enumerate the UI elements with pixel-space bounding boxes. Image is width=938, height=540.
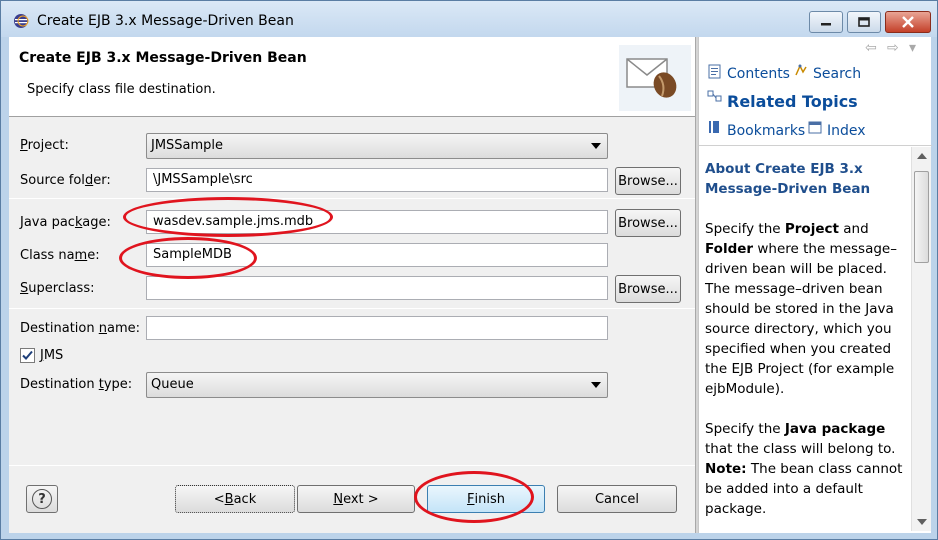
search-link[interactable]: Search: [813, 66, 861, 82]
title-bar: Create EJB 3.x Message-Driven Bean: [1, 1, 937, 37]
help-content: About Create EJB 3.x Message-Driven Bean…: [705, 159, 905, 539]
project-value: JMSSample: [151, 138, 224, 153]
superclass-browse-button[interactable]: Browse...: [615, 275, 681, 303]
scroll-down-icon[interactable]: [917, 519, 927, 525]
destination-type-label: Destination type:: [20, 377, 133, 392]
chevron-down-icon: [591, 382, 601, 388]
destination-type-combo[interactable]: Queue: [146, 372, 608, 398]
wizard-description: Specify class file destination.: [27, 82, 216, 97]
search-icon: [795, 64, 807, 76]
source-folder-label: Source folder:: [20, 173, 111, 188]
wizard-pane: Create EJB 3.x Message-Driven Bean Speci…: [9, 37, 695, 533]
bookmarks-icon: [709, 121, 719, 133]
contents-icon: [708, 64, 721, 79]
minimize-button[interactable]: [809, 11, 843, 33]
java-package-field[interactable]: wasdev.sample.jms.mdb: [146, 210, 608, 234]
project-label: Project:: [20, 138, 69, 153]
help-panel: ⇦ ⇨ ▾ Contents Search Related Topics Boo…: [698, 37, 932, 533]
maximize-button[interactable]: [847, 11, 881, 33]
scroll-up-icon[interactable]: [917, 153, 927, 159]
class-name-value: SampleMDB: [153, 247, 232, 262]
close-button[interactable]: [885, 11, 931, 33]
dialog-window: Create EJB 3.x Message-Driven Bean Creat…: [0, 0, 938, 540]
forward-arrow-icon[interactable]: ⇨: [887, 40, 899, 56]
maximize-icon: [858, 17, 870, 27]
java-package-label: Java package:: [20, 215, 111, 230]
superclass-label: Superclass:: [20, 281, 95, 296]
menu-icon[interactable]: ▾: [909, 40, 916, 56]
help-button[interactable]: ?: [26, 485, 58, 513]
next-button[interactable]: Next >: [297, 485, 415, 513]
separator: [9, 198, 695, 199]
class-name-field[interactable]: SampleMDB: [146, 243, 608, 267]
wizard-title: Create EJB 3.x Message-Driven Bean: [19, 50, 307, 66]
related-topics-link[interactable]: Related Topics: [727, 92, 858, 111]
index-icon: [808, 121, 822, 134]
back-arrow-icon[interactable]: ⇦: [865, 40, 877, 56]
wizard-banner: Create EJB 3.x Message-Driven Bean Speci…: [9, 37, 695, 117]
bookmarks-link[interactable]: Bookmarks: [727, 123, 805, 139]
checkmark-icon: [22, 350, 33, 360]
separator: [699, 145, 932, 146]
finish-button[interactable]: Finish: [427, 485, 545, 513]
help-heading: About Create EJB 3.x Message-Driven Bean: [705, 161, 871, 197]
contents-link[interactable]: Contents: [727, 66, 790, 82]
dialog-client-area: Create EJB 3.x Message-Driven Bean Speci…: [9, 37, 932, 533]
minimize-icon: [821, 23, 831, 26]
close-icon: [902, 16, 914, 28]
destination-name-field[interactable]: [146, 316, 608, 340]
source-folder-value: \JMSSample\src: [153, 172, 253, 187]
destination-type-value: Queue: [151, 377, 194, 392]
superclass-field[interactable]: [146, 276, 608, 300]
help-icon: ?: [32, 489, 52, 509]
index-link[interactable]: Index: [827, 123, 866, 139]
java-package-browse-button[interactable]: Browse...: [615, 209, 681, 237]
envelope-bean-icon: [619, 45, 691, 111]
source-folder-browse-button[interactable]: Browse...: [615, 167, 681, 195]
separator: [9, 308, 695, 309]
related-topics-icon: [707, 90, 722, 102]
java-package-value: wasdev.sample.jms.mdb: [153, 214, 314, 229]
window-title: Create EJB 3.x Message-Driven Bean: [37, 13, 294, 29]
class-name-label: Class name:: [20, 248, 100, 263]
help-scrollbar[interactable]: [911, 147, 931, 531]
scrollbar-thumb[interactable]: [914, 171, 929, 263]
back-button[interactable]: < Back: [175, 485, 295, 513]
help-paragraph: Specify the Project and Folder where the…: [705, 221, 897, 397]
eclipse-app-icon: [14, 14, 29, 28]
cancel-button[interactable]: Cancel: [557, 485, 677, 513]
source-folder-field[interactable]: \JMSSample\src: [146, 168, 608, 192]
help-paragraph: Specify the Java package that the class …: [705, 421, 903, 517]
jms-checkbox[interactable]: [20, 348, 35, 363]
project-combo[interactable]: JMSSample: [146, 133, 608, 159]
separator: [9, 465, 695, 466]
jms-label: JMS: [40, 348, 64, 363]
destination-name-label: Destination name:: [20, 321, 140, 336]
chevron-down-icon: [591, 143, 601, 149]
